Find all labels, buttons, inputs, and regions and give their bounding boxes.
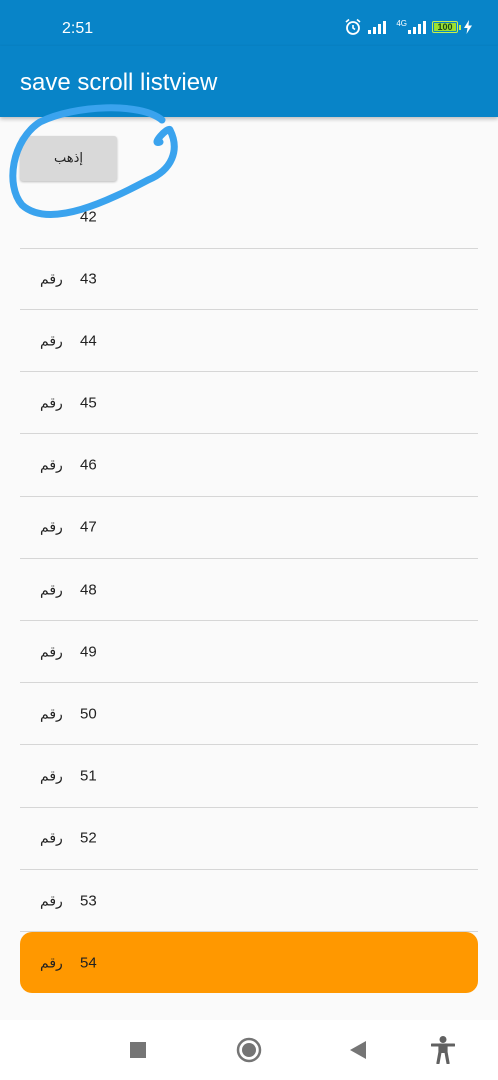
item-label: رقم xyxy=(40,581,63,597)
item-number: 46 xyxy=(80,456,97,474)
recents-icon xyxy=(130,1042,146,1058)
status-time: 2:51 xyxy=(62,20,94,37)
signal-icon xyxy=(368,21,387,34)
list-item[interactable]: رقم 48 xyxy=(20,559,478,621)
list-item[interactable]: رقم 52 xyxy=(20,808,478,870)
status-icons: 4G 100 xyxy=(344,17,472,37)
list-item[interactable]: رقم 50 xyxy=(20,683,478,746)
status-bar: 2:51 4G 100 xyxy=(0,0,498,46)
list-view[interactable]: 42 رقم 43 رقم 44 رقم 45 رقم 46 رقم 47 رقم 48 رقم 49 رق… xyxy=(0,117,498,1020)
app-title: save scroll listview xyxy=(20,69,218,96)
item-label: رقم xyxy=(40,456,63,473)
item-label: رقم xyxy=(40,892,63,908)
item-label: رقم xyxy=(40,767,63,784)
item-label: رقم xyxy=(40,705,63,722)
list-item[interactable]: رقم 51 xyxy=(20,746,478,808)
battery-tip xyxy=(459,25,461,30)
list-item-partial[interactable]: 42 xyxy=(20,187,478,249)
item-number: 48 xyxy=(80,581,97,598)
home-icon xyxy=(236,1037,262,1063)
recents-button[interactable] xyxy=(124,1036,152,1064)
list-item[interactable]: رقم 49 xyxy=(20,621,478,684)
item-label: رقم xyxy=(40,394,63,411)
item-label: رقم xyxy=(40,332,63,349)
back-icon xyxy=(350,1041,366,1059)
back-button[interactable] xyxy=(344,1036,372,1064)
item-number: 52 xyxy=(80,829,97,847)
network-type: 4G xyxy=(396,20,426,34)
battery-icon: 100 xyxy=(432,21,461,33)
item-number: 51 xyxy=(80,767,97,785)
charging-icon xyxy=(464,20,472,34)
list-item[interactable]: رقم 44 xyxy=(20,310,478,373)
list-item[interactable]: رقم 53 xyxy=(20,870,478,932)
item-number: 44 xyxy=(80,332,97,350)
item-number: 43 xyxy=(80,270,97,287)
item-number: 50 xyxy=(80,705,97,723)
network-label: 4G xyxy=(396,19,407,28)
item-number: 54 xyxy=(80,954,97,972)
item-number: 42 xyxy=(80,208,97,226)
app-bar: save scroll listview xyxy=(0,46,498,117)
accessibility-icon xyxy=(431,1036,455,1064)
item-number: 47 xyxy=(80,518,97,536)
signal-icon xyxy=(408,21,426,34)
list-item[interactable]: رقم 45 xyxy=(20,372,478,435)
item-label: رقم xyxy=(40,518,63,535)
item-label: رقم xyxy=(40,270,63,286)
item-number: 45 xyxy=(80,394,97,412)
list-item[interactable]: رقم 46 xyxy=(20,435,478,497)
list-item[interactable]: رقم 47 xyxy=(20,497,478,559)
item-label: رقم xyxy=(40,643,63,660)
alarm-icon xyxy=(345,18,361,35)
battery-text: 100 xyxy=(437,22,453,32)
item-label: رقم xyxy=(40,954,63,971)
accessibility-button[interactable] xyxy=(429,1036,457,1064)
home-button[interactable] xyxy=(235,1036,263,1064)
list-item[interactable]: رقم 43 xyxy=(20,248,478,310)
list-item-selected[interactable]: رقم 54 xyxy=(20,932,478,994)
navigation-bar xyxy=(0,1020,498,1080)
item-number: 49 xyxy=(80,643,97,661)
go-button[interactable]: إذهب xyxy=(20,136,117,181)
item-label: رقم xyxy=(40,829,63,846)
item-number: 53 xyxy=(80,892,97,909)
